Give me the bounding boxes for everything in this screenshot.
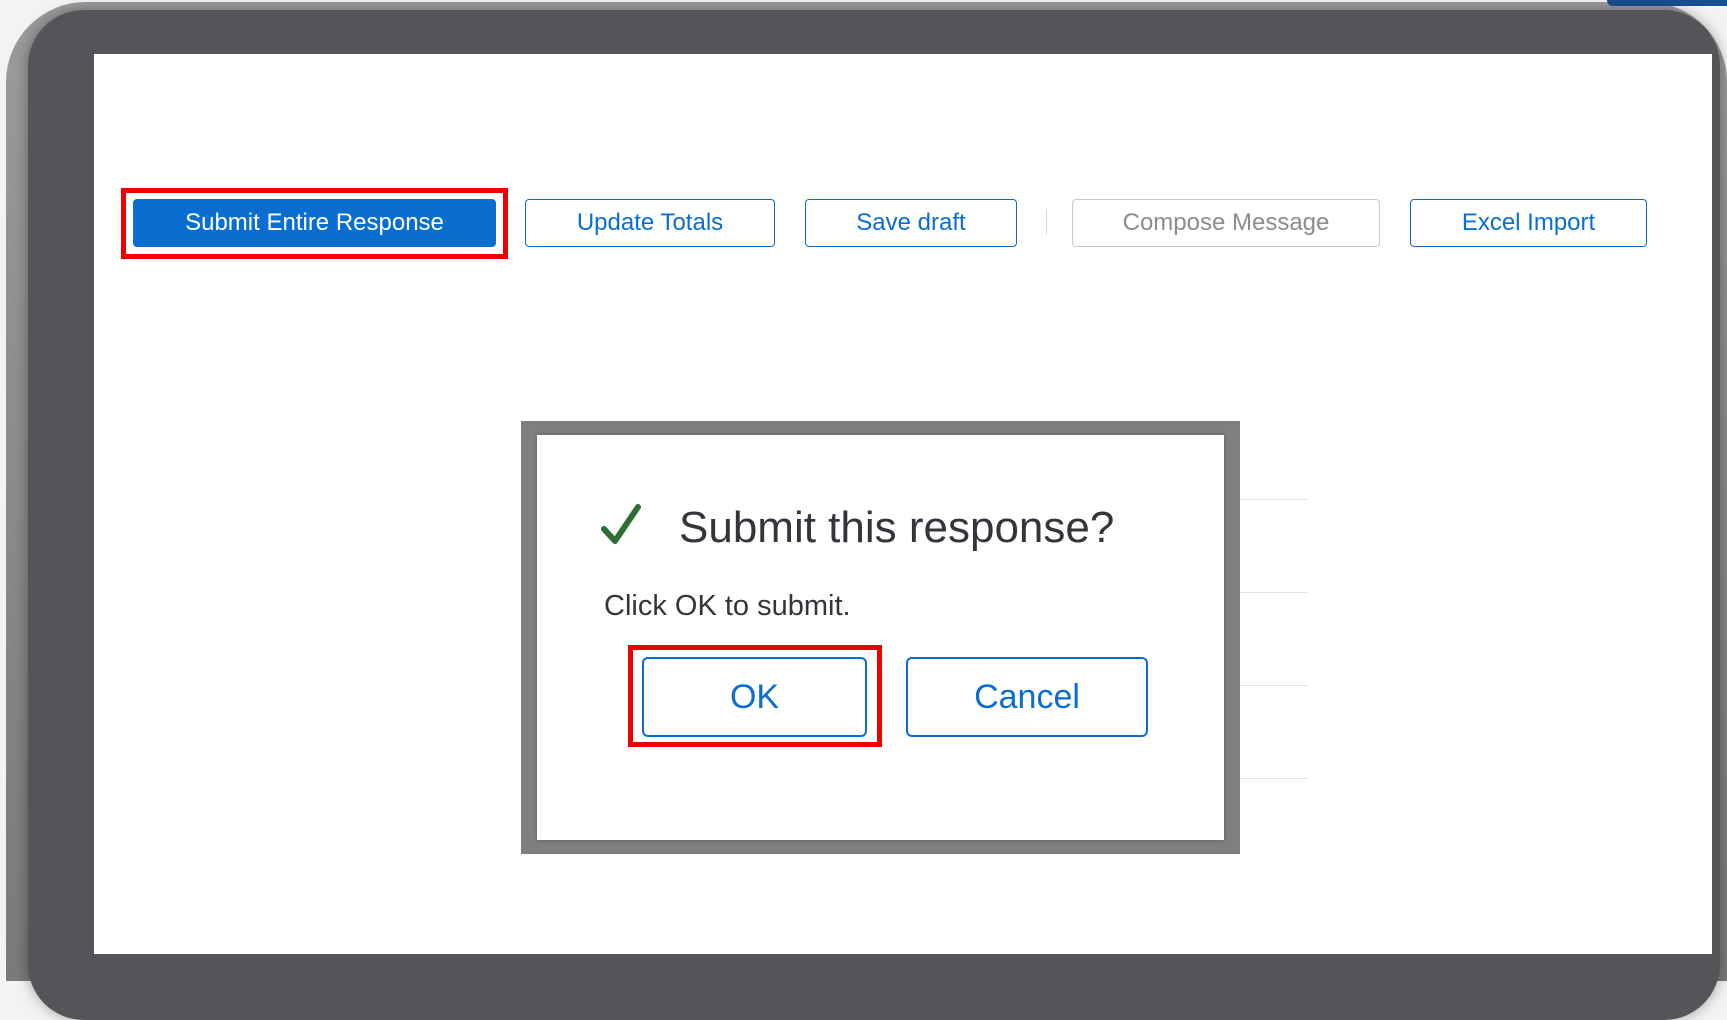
submit-entire-response-button[interactable]: Submit Entire Response xyxy=(133,199,496,247)
dialog-title: Submit this response? xyxy=(679,503,1115,552)
confirm-dialog: Submit this response? Click OK to submit… xyxy=(537,435,1224,840)
cancel-button[interactable]: Cancel xyxy=(906,657,1148,737)
dialog-message: Click OK to submit. xyxy=(604,590,851,622)
compose-message-button[interactable]: Compose Message xyxy=(1072,199,1380,247)
corner-accent xyxy=(1607,0,1727,6)
device-frame: Submit Entire Response Update Totals Sav… xyxy=(28,10,1720,1020)
save-draft-button[interactable]: Save draft xyxy=(805,199,1017,247)
ok-button[interactable]: OK xyxy=(642,657,867,737)
excel-import-button[interactable]: Excel Import xyxy=(1410,199,1647,247)
screen: Submit Entire Response Update Totals Sav… xyxy=(94,54,1712,954)
update-totals-button[interactable]: Update Totals xyxy=(525,199,775,247)
toolbar-separator xyxy=(1046,209,1047,235)
checkmark-icon xyxy=(601,504,641,544)
